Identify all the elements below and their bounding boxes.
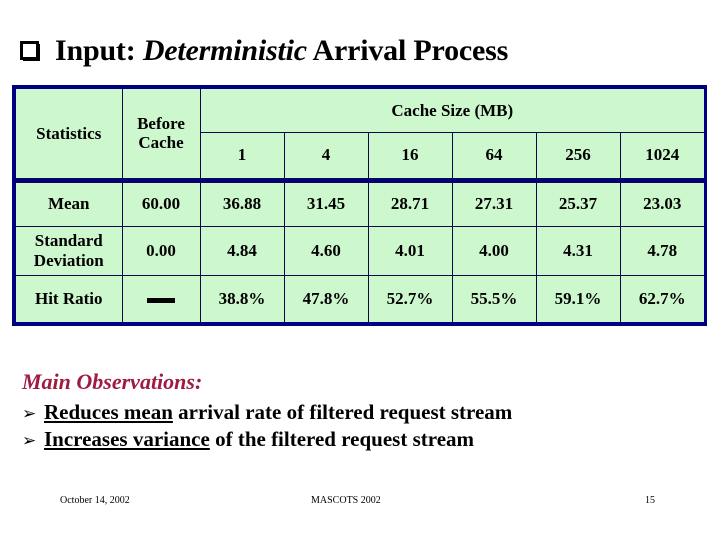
header-before-cache-line1: Before bbox=[137, 114, 185, 134]
cell-stddev-1024: 4.78 bbox=[619, 225, 705, 276]
header-cache-size-group: Cache Size (MB) bbox=[199, 89, 705, 133]
cell-mean-64: 27.31 bbox=[451, 181, 537, 227]
cell-stddev-16: 4.01 bbox=[367, 225, 453, 276]
cell-hitratio-256: 59.1% bbox=[535, 274, 621, 322]
page-title-text: Input: Deterministic Arrival Process bbox=[55, 34, 508, 68]
slide-footer: October 14, 2002 MASCOTS 2002 15 bbox=[0, 495, 720, 515]
cell-mean-1: 36.88 bbox=[199, 181, 285, 227]
cell-mean-256: 25.37 bbox=[535, 181, 621, 227]
cell-mean-1024: 23.03 bbox=[619, 181, 705, 227]
cell-mean-16: 28.71 bbox=[367, 181, 453, 227]
main-observations-section: Main Observations: ➢ Reduces mean arriva… bbox=[22, 368, 712, 454]
table-row: Standard Deviation 0.00 4.84 4.60 4.01 4… bbox=[16, 225, 705, 276]
table-header-row-group: Statistics Before Cache Cache Size (MB) bbox=[16, 89, 705, 179]
footer-date: October 14, 2002 bbox=[60, 495, 130, 506]
cell-hitratio-4: 47.8% bbox=[283, 274, 369, 322]
em-dash-icon bbox=[147, 297, 175, 303]
list-item: ➢ Reduces mean arrival rate of filtered … bbox=[22, 399, 712, 427]
cell-stddev-64: 4.00 bbox=[451, 225, 537, 276]
statistics-table: Statistics Before Cache Cache Size (MB) … bbox=[16, 89, 705, 322]
table-row: Mean 60.00 36.88 31.45 28.71 27.31 25.37… bbox=[16, 181, 705, 227]
observation-text-1: Reduces mean arrival rate of filtered re… bbox=[44, 399, 512, 427]
header-before-cache-line2: Cache bbox=[138, 133, 184, 153]
observation-2-rest: of the filtered request stream bbox=[209, 427, 475, 452]
cell-hitratio-before-cache bbox=[121, 274, 201, 322]
row-label-hit-ratio: Hit Ratio bbox=[16, 274, 123, 322]
observations-heading: Main Observations: bbox=[22, 369, 203, 394]
cell-hitratio-1024: 62.7% bbox=[619, 274, 705, 322]
cell-mean-before-cache: 60.00 bbox=[121, 181, 201, 227]
title-prefix: Input: bbox=[55, 34, 143, 67]
page-title: Input: Deterministic Arrival Process bbox=[20, 28, 710, 74]
statistics-table-container: Statistics Before Cache Cache Size (MB) … bbox=[12, 85, 707, 326]
header-cache-size-1024: 1024 bbox=[619, 131, 705, 179]
cell-hitratio-64: 55.5% bbox=[451, 274, 537, 322]
row-label-standard-deviation-line1: Standard bbox=[34, 231, 103, 251]
observation-text-2: Increases variance of the filtered reque… bbox=[44, 426, 474, 454]
header-cache-size-4: 4 bbox=[283, 131, 369, 179]
header-statistics: Statistics bbox=[16, 89, 123, 179]
observation-2-underlined: Increases variance bbox=[44, 427, 210, 452]
observation-1-underlined: Reduces mean bbox=[44, 399, 173, 424]
cell-stddev-1: 4.84 bbox=[199, 225, 285, 276]
list-item: ➢ Increases variance of the filtered req… bbox=[22, 426, 712, 454]
cell-stddev-256: 4.31 bbox=[535, 225, 621, 276]
header-cache-size-64: 64 bbox=[451, 131, 537, 179]
row-label-standard-deviation: Standard Deviation bbox=[16, 225, 123, 276]
observation-1-rest: arrival rate of filtered request stream bbox=[172, 399, 513, 424]
arrowhead-right-icon: ➢ bbox=[22, 431, 37, 452]
hollow-square-bullet-icon bbox=[20, 40, 41, 62]
row-label-mean: Mean bbox=[16, 181, 123, 227]
header-before-cache: Before Cache bbox=[121, 89, 201, 179]
cell-mean-4: 31.45 bbox=[283, 181, 369, 227]
header-cache-size-256: 256 bbox=[535, 131, 621, 179]
cell-hitratio-1: 38.8% bbox=[199, 274, 285, 322]
header-cache-size-16: 16 bbox=[367, 131, 453, 179]
cell-stddev-4: 4.60 bbox=[283, 225, 369, 276]
row-label-standard-deviation-line2: Deviation bbox=[33, 250, 104, 270]
title-emphasis: Deterministic bbox=[142, 34, 307, 67]
title-suffix: Arrival Process bbox=[306, 34, 509, 67]
table-row: Hit Ratio 38.8% 47.8% 52.7% 55.5% 59.1% … bbox=[16, 274, 705, 322]
footer-page-number: 15 bbox=[645, 495, 655, 506]
header-cache-size-1: 1 bbox=[199, 131, 285, 179]
footer-conference: MASCOTS 2002 bbox=[311, 495, 381, 506]
arrowhead-right-icon: ➢ bbox=[22, 403, 37, 424]
cell-hitratio-16: 52.7% bbox=[367, 274, 453, 322]
cell-stddev-before-cache: 0.00 bbox=[121, 225, 201, 276]
